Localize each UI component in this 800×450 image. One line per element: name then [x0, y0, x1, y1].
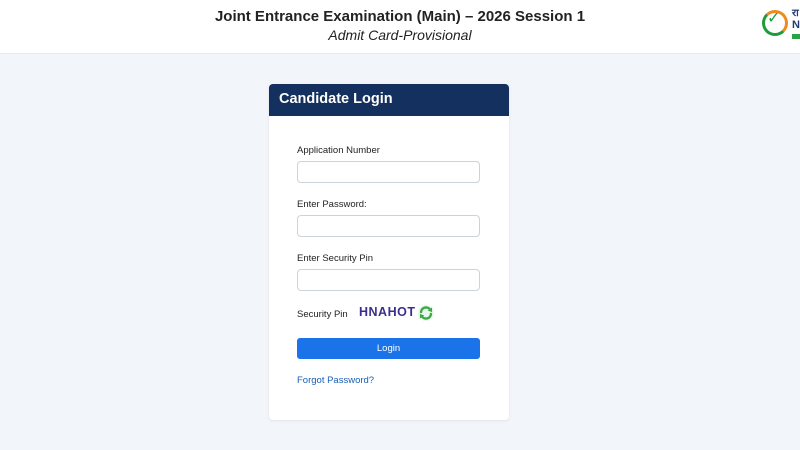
security-pin-label: Security Pin	[297, 309, 348, 320]
card-title: Candidate Login	[269, 84, 509, 116]
login-card: Candidate Login Application Number Enter…	[269, 84, 509, 420]
logo-accent	[792, 34, 800, 39]
password-label: Enter Password:	[297, 199, 367, 210]
application-number-input[interactable]	[297, 161, 480, 183]
logo-text-line2: N	[792, 19, 800, 31]
login-button[interactable]: Login	[297, 338, 480, 359]
security-pin-input[interactable]	[297, 269, 480, 291]
exam-title: Joint Entrance Examination (Main) – 2026…	[214, 8, 586, 25]
refresh-icon[interactable]	[417, 304, 435, 322]
page-header: Joint Entrance Examination (Main) – 2026…	[0, 0, 800, 54]
page-subtitle: Admit Card-Provisional	[328, 27, 472, 43]
forgot-password-link[interactable]: Forgot Password?	[297, 375, 374, 386]
security-pin-input-label: Enter Security Pin	[297, 253, 374, 264]
security-pin-captcha: HNAHOT	[359, 305, 416, 319]
nta-logo: ✓ रा N	[762, 8, 800, 42]
check-icon: ✓	[767, 10, 781, 27]
application-number-label: Application Number	[297, 145, 380, 156]
logo-text-line1: रा	[792, 8, 799, 19]
password-input[interactable]	[297, 215, 480, 237]
